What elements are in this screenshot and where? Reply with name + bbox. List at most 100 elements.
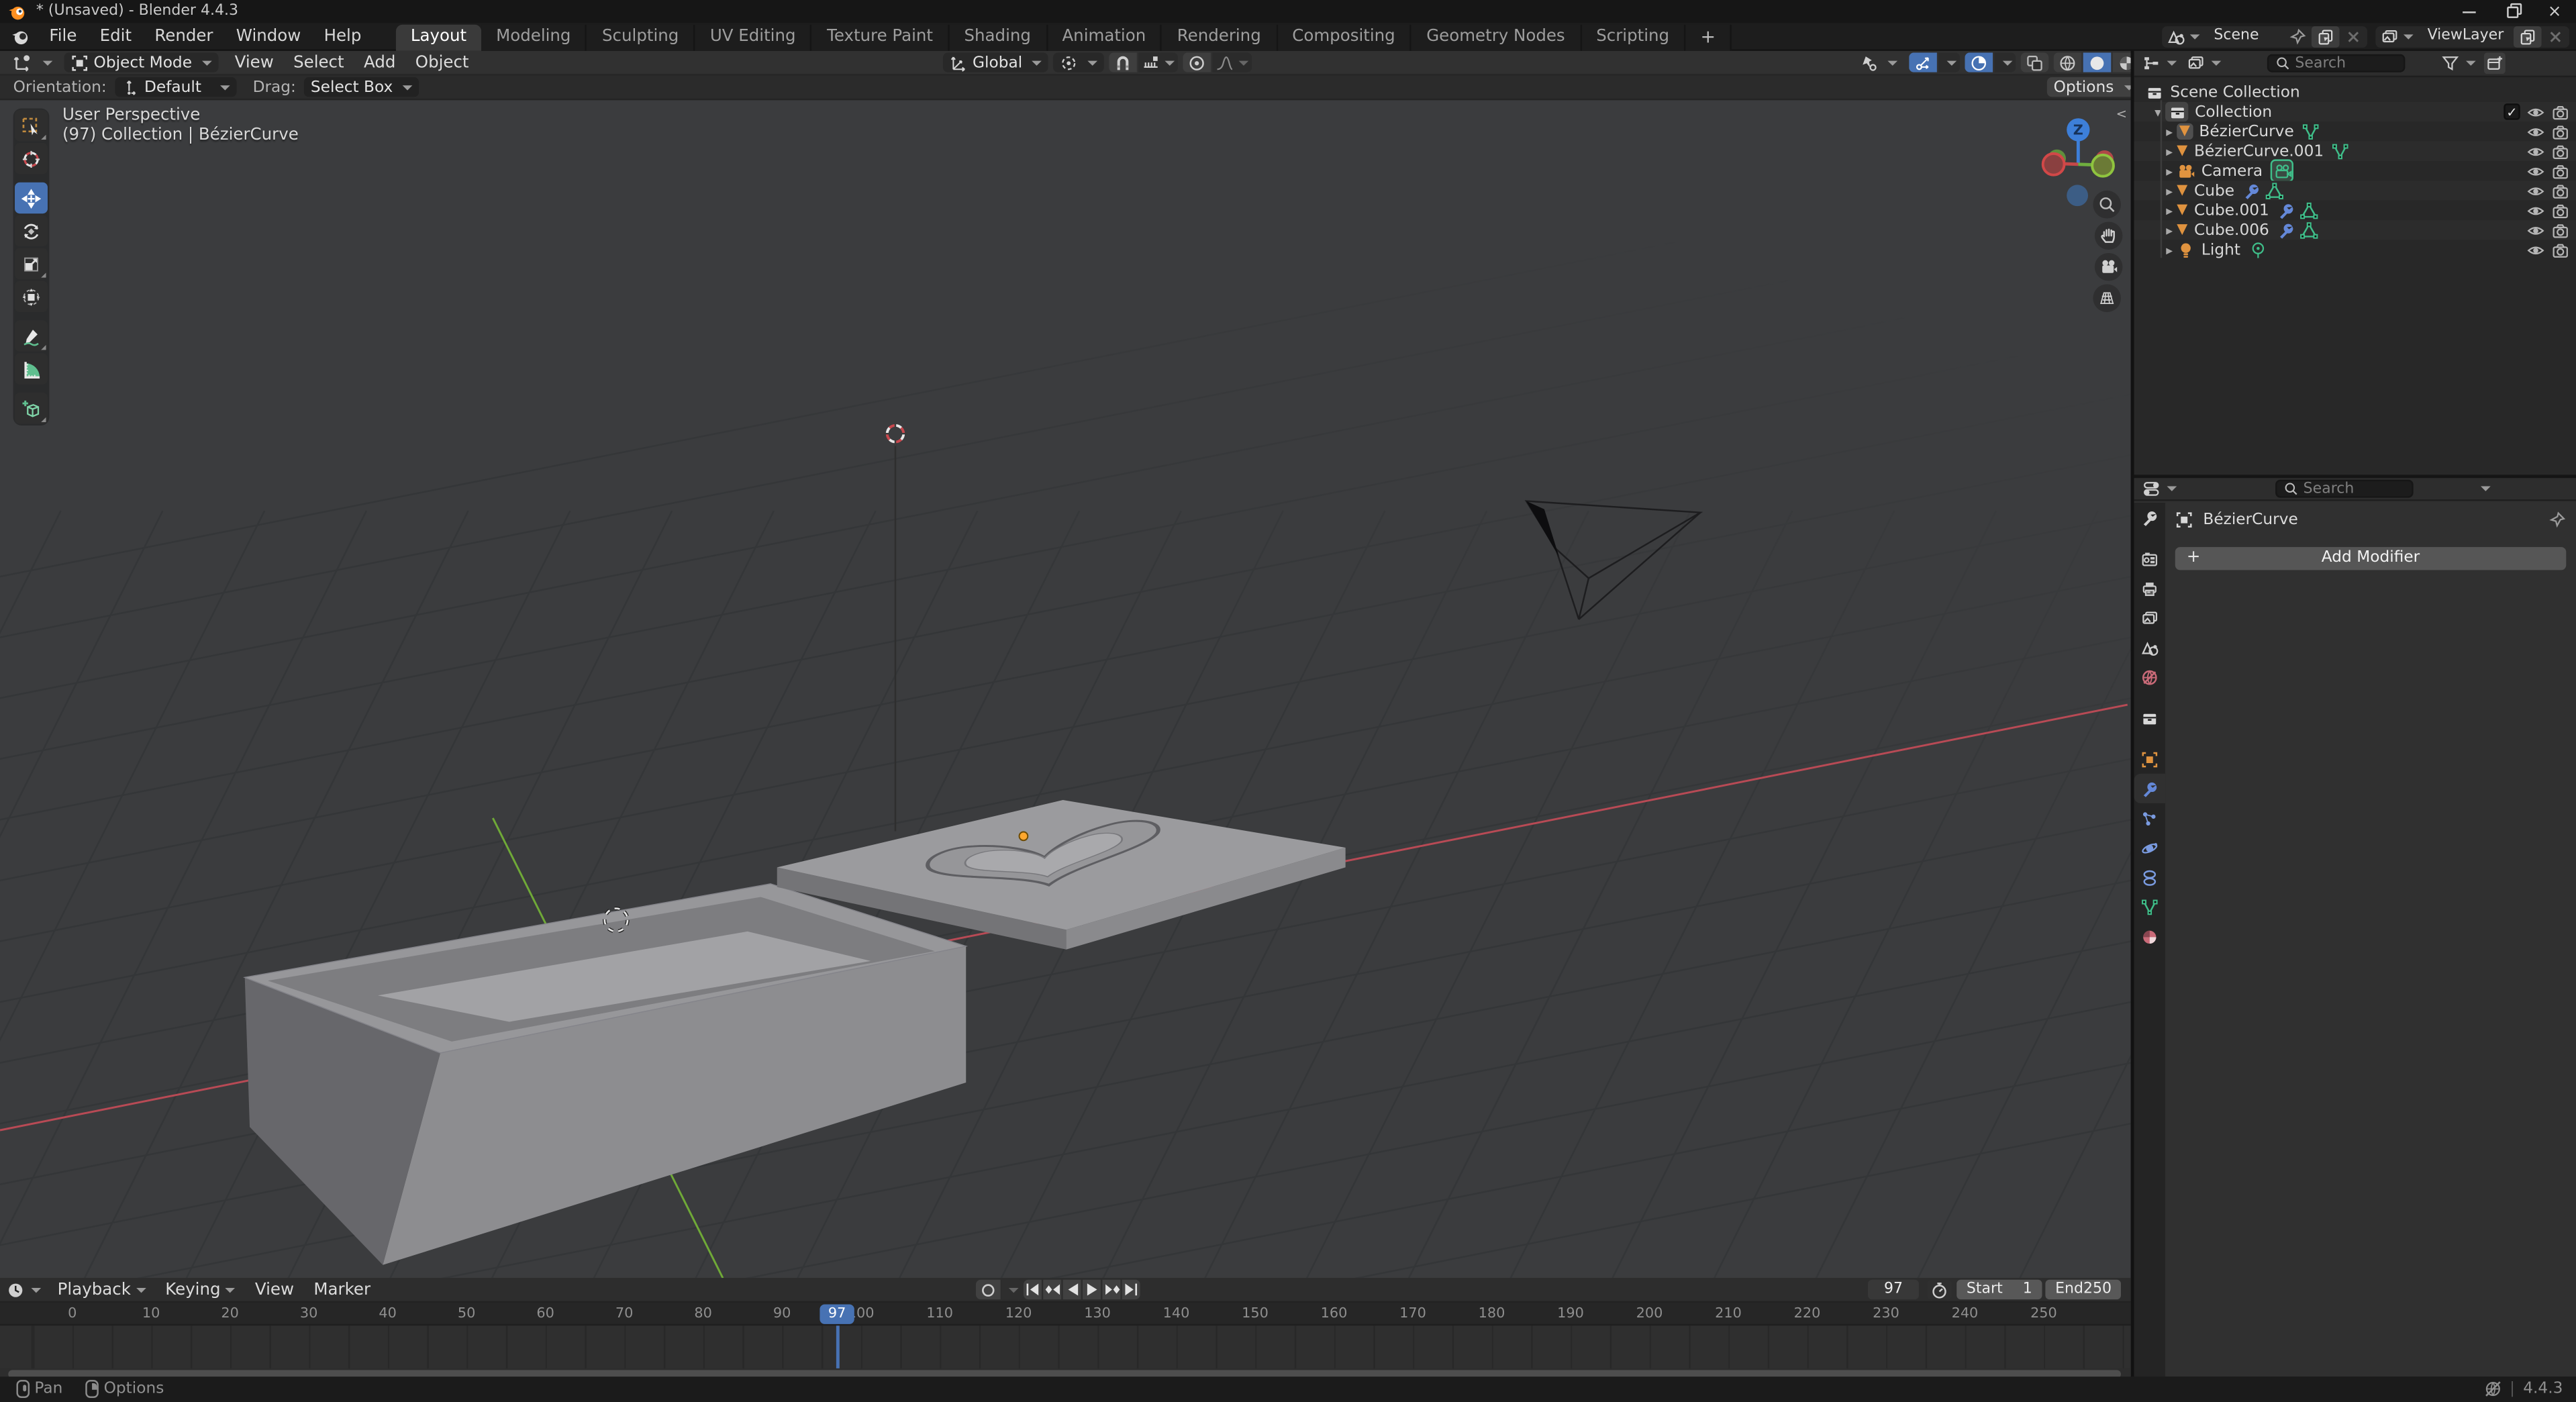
scene-browse-button[interactable] <box>2161 26 2204 47</box>
tab-uv-editing[interactable]: UV Editing <box>695 23 812 50</box>
tab-rendering[interactable]: Rendering <box>1162 23 1278 50</box>
menu-edit[interactable]: Edit <box>89 22 144 50</box>
expand-chevron-icon[interactable]: ▸ <box>2162 124 2177 139</box>
add-modifier-button[interactable]: + Add Modifier <box>2175 547 2567 569</box>
menu-help[interactable]: Help <box>312 22 373 50</box>
pan-view-button[interactable] <box>2095 221 2123 250</box>
viewport-menu-view[interactable]: View <box>225 54 283 72</box>
tab-material[interactable] <box>2134 921 2166 951</box>
view-layer-browse-button[interactable] <box>2375 26 2418 47</box>
menu-marker[interactable]: Marker <box>304 1281 381 1299</box>
next-keyframe-button[interactable] <box>1102 1280 1120 1299</box>
tool-select-box[interactable] <box>15 110 48 142</box>
tab-animation[interactable]: Animation <box>1047 23 1162 50</box>
view-layer-new-button[interactable] <box>2514 26 2542 47</box>
tab-layout[interactable]: Layout <box>396 23 481 50</box>
viewport-menu-object[interactable]: Object <box>405 54 479 72</box>
hide-viewport-eye-icon[interactable] <box>2527 142 2545 160</box>
tab-modifiers[interactable] <box>2134 774 2166 803</box>
tab-collection[interactable] <box>2134 703 2166 733</box>
minimize-button[interactable] <box>2448 0 2491 23</box>
expand-chevron-icon[interactable]: ▸ <box>2162 144 2177 158</box>
expand-chevron-icon[interactable]: ▸ <box>2162 164 2177 179</box>
proportional-editing-toggle[interactable] <box>1183 52 1211 73</box>
expand-chevron-icon[interactable]: ▸ <box>2162 183 2177 198</box>
proportional-falloff-dropdown[interactable] <box>1213 52 1252 73</box>
scene-delete-button[interactable] <box>2338 26 2367 47</box>
tab-output[interactable] <box>2134 573 2166 603</box>
disable-render-camera-icon[interactable] <box>2551 142 2569 160</box>
tab-modeling[interactable]: Modeling <box>481 23 587 50</box>
timeline-ruler[interactable]: 0 10 20 30 40 50 60 70 80 90 100 110 120… <box>0 1303 2131 1325</box>
tab-view-layer[interactable] <box>2134 603 2166 632</box>
properties-editor-type-button[interactable] <box>2142 480 2177 498</box>
box-object[interactable] <box>245 884 967 1265</box>
camera-view-button[interactable] <box>2095 253 2123 281</box>
shading-wireframe-button[interactable] <box>2054 52 2082 73</box>
menu-playback[interactable]: Playback <box>48 1281 156 1299</box>
tab-scene[interactable] <box>2134 632 2166 662</box>
menu-render[interactable]: Render <box>143 22 224 50</box>
tool-scale[interactable] <box>15 248 48 280</box>
blender-menu-button[interactable] <box>0 22 38 50</box>
outliner-row-light[interactable]: ▸ Light <box>2134 240 2576 259</box>
orientation-dropdown[interactable]: Default <box>115 77 236 97</box>
tab-texture-paint[interactable]: Texture Paint <box>812 23 949 50</box>
tab-compositing[interactable]: Compositing <box>1277 23 1411 50</box>
disable-render-camera-icon[interactable] <box>2551 181 2569 199</box>
tab-tool[interactable] <box>2134 503 2166 532</box>
play-reverse-button[interactable] <box>1063 1280 1081 1299</box>
tool-cursor[interactable] <box>15 143 48 174</box>
overlays-dropdown[interactable] <box>1995 52 2016 73</box>
timeline-track[interactable] <box>0 1325 2131 1368</box>
outliner-row-camera[interactable]: ▸ Camera <box>2134 161 2576 181</box>
disable-render-camera-icon[interactable] <box>2551 103 2569 121</box>
viewport-canvas[interactable]: User Perspective (97) Collection | Bézie… <box>0 100 2131 1278</box>
scene-new-button[interactable] <box>2311 26 2339 47</box>
restore-button[interactable] <box>2491 0 2534 23</box>
tab-shading[interactable]: Shading <box>949 23 1047 50</box>
tab-constraints[interactable] <box>2134 862 2166 892</box>
show-gizmo-toggle[interactable] <box>1909 52 1937 73</box>
view-layer-name[interactable]: ViewLayer <box>2418 28 2514 44</box>
hide-viewport-eye-icon[interactable] <box>2527 162 2545 180</box>
properties-options-dropdown[interactable] <box>2476 487 2491 491</box>
mode-dropdown[interactable]: Object Mode <box>64 52 218 73</box>
bezier-curve-object[interactable] <box>1526 501 1700 619</box>
tab-physics[interactable] <box>2134 833 2166 862</box>
snap-toggle[interactable] <box>1109 52 1138 73</box>
hide-viewport-eye-icon[interactable] <box>2527 181 2545 199</box>
current-frame-field[interactable]: 97 <box>1868 1280 1919 1299</box>
snap-settings-dropdown[interactable] <box>1139 52 1179 73</box>
outliner-display-mode-dropdown[interactable] <box>2187 54 2221 72</box>
tab-object[interactable] <box>2134 744 2166 774</box>
properties-search-input[interactable] <box>2303 481 2406 497</box>
tab-world[interactable] <box>2134 662 2166 691</box>
viewport-menu-select[interactable]: Select <box>283 54 354 72</box>
outliner-search-input[interactable] <box>2295 55 2397 71</box>
tab-render[interactable] <box>2134 544 2166 573</box>
object-type-visibility-dropdown[interactable] <box>1853 52 1904 73</box>
disable-render-camera-icon[interactable] <box>2551 221 2569 239</box>
expand-chevron-icon[interactable]: ▸ <box>2162 223 2177 238</box>
expand-chevron-icon[interactable]: ▸ <box>2162 203 2177 217</box>
hide-viewport-eye-icon[interactable] <box>2527 122 2545 140</box>
gizmo-dropdown[interactable] <box>1938 52 1960 73</box>
hide-viewport-eye-icon[interactable] <box>2527 103 2545 121</box>
editor-type-3d-viewport-button[interactable] <box>7 52 59 73</box>
timeline-editor-type-button[interactable] <box>7 1281 41 1299</box>
drag-dropdown[interactable]: Select Box <box>304 77 419 97</box>
tool-add-cube[interactable] <box>15 393 48 424</box>
disable-render-camera-icon[interactable] <box>2551 241 2569 259</box>
collection-checkbox[interactable]: ✓ <box>2504 103 2520 119</box>
previous-keyframe-button[interactable] <box>1043 1280 1061 1299</box>
close-button[interactable]: × <box>2533 0 2576 23</box>
transform-orientation-dropdown[interactable]: Global <box>943 52 1048 73</box>
expand-chevron-icon[interactable]: ▸ <box>2162 242 2177 257</box>
tab-particles[interactable] <box>2134 803 2166 833</box>
tool-rotate[interactable] <box>15 215 48 247</box>
auto-keying-toggle[interactable] <box>976 1280 1001 1299</box>
jump-to-start-button[interactable] <box>1024 1280 1042 1299</box>
outliner-row-collection[interactable]: ▾ Collection ✓ <box>2134 102 2576 121</box>
tool-measure[interactable] <box>15 353 48 385</box>
